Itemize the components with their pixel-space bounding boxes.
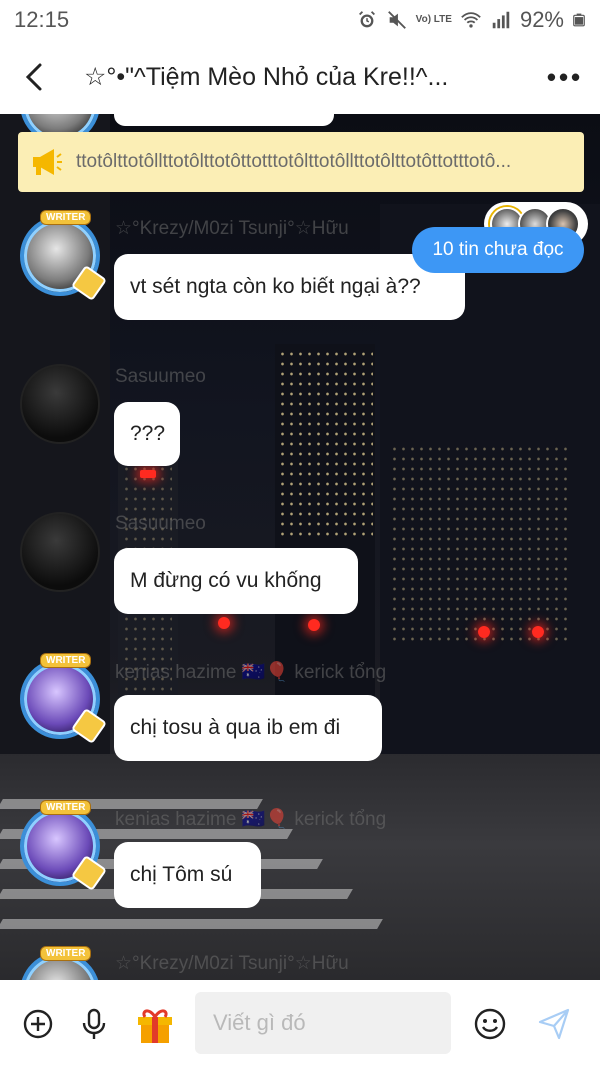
battery-icon (573, 13, 585, 27)
message-input[interactable]: Viết gì đó (195, 992, 451, 1054)
chat-header: ☆°•"^Tiệm Mèo Nhỏ của Kre!!^... ••• (0, 40, 600, 114)
message-nickname: kenias hazime 🇦🇺🎈 kerick tổng (115, 662, 387, 683)
add-icon (23, 1009, 53, 1039)
traffic-light (478, 626, 490, 638)
traffic-light (532, 626, 544, 638)
chat-area[interactable]: ttotôlttotôllttotôlttotôttotttotôlttotôl… (0, 114, 600, 980)
voice-button[interactable] (70, 1000, 118, 1048)
emoji-icon (474, 1008, 506, 1040)
traffic-light (308, 619, 320, 631)
message-bubble-partial[interactable] (114, 114, 334, 126)
avatar-writer[interactable]: WRITER (20, 210, 108, 302)
more-icon: ••• (546, 61, 584, 92)
building-right-lights (390, 444, 570, 644)
back-button[interactable] (0, 40, 70, 114)
more-button[interactable]: ••• (530, 40, 600, 114)
battery-level: 92% (519, 7, 564, 32)
send-icon (538, 1008, 570, 1040)
traffic-light (140, 470, 156, 478)
volte-icon: Vo) LTE (415, 14, 452, 25)
back-arrow-icon (25, 63, 42, 91)
message-bubble[interactable]: M đừng có vu khống (114, 548, 358, 614)
status-icons: Vo) LTE 92% (356, 7, 586, 33)
alarm-icon (358, 11, 375, 28)
message-nickname: ☆°Krezy/M0zi Tsunji°☆Hữu (115, 218, 349, 239)
gift-icon (138, 1009, 172, 1043)
pinned-announcement[interactable]: ttotôlttotôllttotôlttotôttotttotôlttotôl… (18, 132, 584, 192)
avatar-writer[interactable]: WRITER (20, 653, 108, 745)
writer-badge: WRITER (40, 946, 92, 961)
message-text: chị Tôm sú (130, 863, 233, 886)
input-bar: Viết gì đó (0, 980, 600, 1067)
message-nickname: Sasuumeo (115, 366, 206, 387)
message-bubble[interactable]: vt sét ngta còn ko biết ngại à?? (114, 254, 465, 320)
writer-badge: WRITER (40, 210, 92, 225)
chat-title[interactable]: ☆°•"^Tiệm Mèo Nhỏ của Kre!!^... (70, 62, 530, 92)
unread-messages-button[interactable]: 10 tin chưa đọc (412, 227, 584, 273)
message-nickname: Sasuumeo (115, 513, 206, 534)
pinned-text: ttotôlttotôllttotôlttotôttotttotôlttotôl… (76, 151, 512, 172)
gift-button[interactable] (131, 1000, 179, 1048)
message-text: M đừng có vu khống (130, 569, 322, 592)
traffic-light (218, 617, 230, 629)
mute-icon (387, 11, 406, 29)
avatar-member[interactable] (20, 512, 100, 592)
message-text: chị tosu à qua ib em đi (130, 716, 341, 739)
megaphone-icon (33, 149, 62, 175)
writer-badge: WRITER (40, 653, 92, 668)
writer-badge: WRITER (40, 800, 92, 815)
send-button[interactable] (530, 1000, 578, 1048)
add-button[interactable] (14, 1000, 62, 1048)
crosswalk-stripe (0, 919, 383, 929)
status-bar: 12:15 Vo) LTE 92% (0, 0, 600, 40)
signal-icon (492, 11, 510, 29)
avatar-member[interactable] (20, 364, 100, 444)
emoji-button[interactable] (466, 1000, 514, 1048)
message-nickname: kenias hazime 🇦🇺🎈 kerick tổng (115, 809, 387, 830)
message-nickname: ☆°Krezy/M0zi Tsunji°☆Hữu (115, 953, 349, 974)
building-lights (278, 349, 373, 539)
message-bubble[interactable]: ??? (114, 402, 180, 466)
message-bubble[interactable]: chị tosu à qua ib em đi (114, 695, 382, 761)
message-bubble[interactable]: chị Tôm sú (114, 842, 261, 908)
wifi-icon (461, 12, 481, 28)
status-time: 12:15 (14, 7, 70, 32)
message-text: ??? (130, 422, 166, 445)
microphone-icon (82, 1008, 106, 1039)
avatar-writer[interactable]: WRITER (20, 800, 108, 892)
message-text: vt sét ngta còn ko biết ngại à?? (130, 275, 421, 298)
